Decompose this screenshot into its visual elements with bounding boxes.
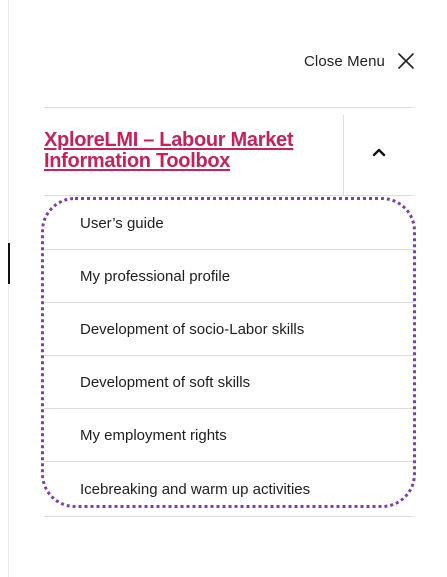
chevron-up-icon [372, 148, 386, 156]
submenu-item-users-guide[interactable]: User’s guide [44, 197, 414, 250]
submenu-item-icebreaking[interactable]: Icebreaking and warm up activities [44, 462, 414, 517]
section-title-link[interactable]: XploreLMI – Labour Market Information To… [44, 130, 314, 172]
focus-indicator [8, 243, 10, 284]
menu-section-header: XploreLMI – Labour Market Information To… [44, 108, 414, 195]
submenu-item-soft-skills[interactable]: Development of soft skills [44, 356, 414, 409]
submenu-item-employment-rights[interactable]: My employment rights [44, 409, 414, 462]
submenu-item-professional-profile[interactable]: My professional profile [44, 250, 414, 303]
submenu-list: User’s guide My professional profile Dev… [44, 197, 414, 517]
page-edge-divider [8, 0, 9, 577]
section-header-divider [44, 195, 414, 196]
collapse-section-button[interactable] [344, 108, 414, 195]
close-menu-label: Close Menu [303, 52, 385, 70]
submenu-item-socio-labor-skills[interactable]: Development of socio-Labor skills [44, 303, 414, 356]
close-menu-button[interactable]: Close Menu [304, 49, 415, 73]
close-icon [398, 53, 414, 69]
